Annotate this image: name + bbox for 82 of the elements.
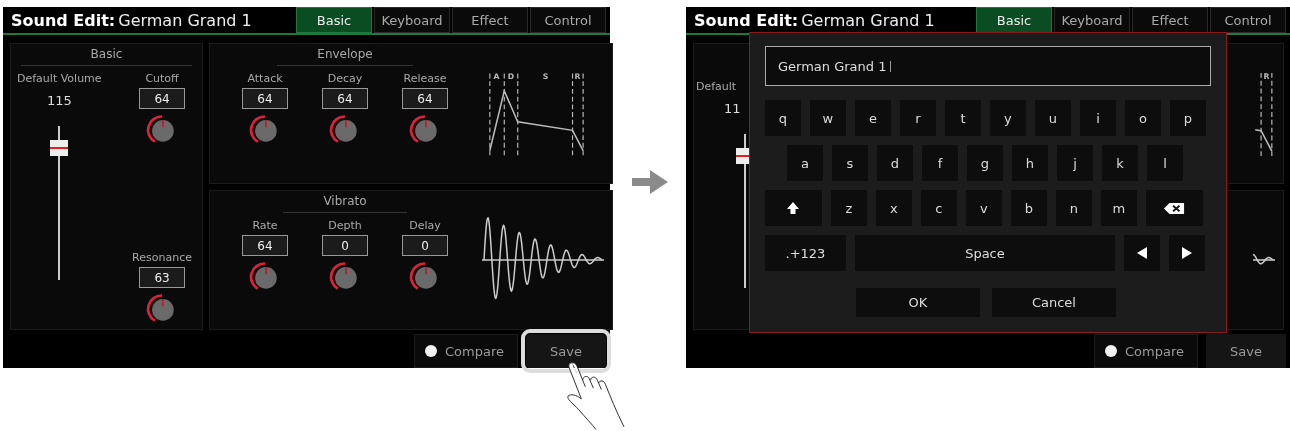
letter-key[interactable]: s	[831, 145, 868, 181]
save-button[interactable]: Save	[1206, 334, 1286, 368]
letter-key[interactable]: d	[876, 145, 913, 181]
title-label: Sound Edit:	[11, 10, 116, 30]
sound-name: German Grand 1	[801, 10, 935, 30]
knob-label: Release	[403, 72, 447, 85]
shift-key[interactable]	[764, 190, 822, 226]
stage-label: S	[542, 72, 549, 82]
letter-key[interactable]: l	[1146, 145, 1183, 181]
stage-label: R	[574, 72, 581, 82]
value-display: 0	[402, 235, 448, 256]
letter-key[interactable]: j	[1056, 145, 1093, 181]
letter-key[interactable]: b	[1010, 190, 1047, 226]
volume-label: Default Volume	[17, 72, 102, 85]
title-label: Sound Edit:	[693, 10, 799, 30]
right-triangle-icon	[1179, 246, 1194, 260]
sound-name: German Grand 1	[118, 10, 252, 30]
letter-key[interactable]: y	[989, 100, 1026, 136]
letter-key[interactable]: r	[899, 100, 936, 136]
letter-key[interactable]: n	[1055, 190, 1092, 226]
knob-label: Rate	[252, 219, 278, 232]
letter-key[interactable]: u	[1034, 100, 1071, 136]
space-key[interactable]: Space	[854, 235, 1115, 271]
stage-label: R	[1263, 71, 1270, 81]
knob-label: Resonance	[132, 251, 192, 264]
tab[interactable]: Keyboard	[1054, 7, 1130, 33]
tab[interactable]: Effect	[1132, 7, 1208, 33]
letter-key[interactable]: i	[1079, 100, 1116, 136]
stage-label: D	[507, 72, 515, 82]
letter-key[interactable]: e	[854, 100, 891, 136]
tab[interactable]: Effect	[452, 7, 528, 33]
value-display: 64	[402, 88, 448, 109]
volume-label: Default	[695, 80, 737, 93]
cursor-left-key[interactable]	[1123, 235, 1160, 271]
up-arrow-icon	[786, 201, 801, 215]
letter-key[interactable]: k	[1101, 145, 1138, 181]
letter-key[interactable]: h	[1011, 145, 1048, 181]
tab[interactable]: Basic	[976, 7, 1052, 33]
panel-title: Envelope	[277, 47, 413, 66]
letter-key[interactable]: p	[1169, 100, 1206, 136]
letter-key[interactable]: v	[965, 190, 1002, 226]
value-display: 64	[322, 88, 368, 109]
name-field[interactable]: German Grand 1	[764, 46, 1211, 86]
tab[interactable]: Control	[530, 7, 606, 33]
dialog-button[interactable]: OK	[855, 288, 980, 317]
volume-value: 11	[723, 101, 741, 116]
compare-toggle[interactable]: Compare	[1094, 334, 1198, 368]
letter-key[interactable]: x	[875, 190, 912, 226]
knob-label: Delay	[409, 219, 441, 232]
volume-value: 115	[46, 93, 72, 108]
compare-toggle[interactable]: Compare	[414, 334, 518, 368]
knob-label: Cutoff	[145, 72, 179, 85]
value-display: 64	[242, 88, 288, 109]
tab[interactable]: Basic	[296, 7, 372, 33]
letter-key[interactable]: o	[1124, 100, 1161, 136]
knob-label: Decay	[327, 72, 363, 85]
right-arrow-icon	[632, 170, 668, 194]
cursor-right-key[interactable]	[1168, 235, 1205, 271]
mode-key[interactable]: .+123	[764, 235, 846, 271]
letter-key[interactable]: w	[809, 100, 846, 136]
letter-key[interactable]: m	[1100, 190, 1137, 226]
letter-key[interactable]: a	[786, 145, 823, 181]
value-display: 0	[322, 235, 368, 256]
letter-key[interactable]: t	[944, 100, 981, 136]
panel-title: Vibrato	[283, 194, 407, 213]
letter-key[interactable]: c	[920, 190, 957, 226]
tab[interactable]: Keyboard	[374, 7, 450, 33]
knob-label: Attack	[247, 72, 283, 85]
panel-title: Basic	[20, 47, 193, 66]
knob-label: Depth	[328, 219, 362, 232]
letter-key[interactable]: z	[830, 190, 867, 226]
value-display: 64	[242, 235, 288, 256]
letter-key[interactable]: g	[966, 145, 1003, 181]
dialog-button[interactable]: Cancel	[991, 288, 1116, 317]
backspace-icon	[1163, 201, 1186, 215]
backspace-key[interactable]	[1145, 190, 1203, 226]
value-display: 63	[139, 267, 186, 288]
stage-label: A	[493, 72, 500, 82]
letter-key[interactable]: f	[921, 145, 958, 181]
value-display: 64	[139, 88, 186, 109]
letter-key[interactable]: q	[764, 100, 801, 136]
tab[interactable]: Control	[1210, 7, 1286, 33]
